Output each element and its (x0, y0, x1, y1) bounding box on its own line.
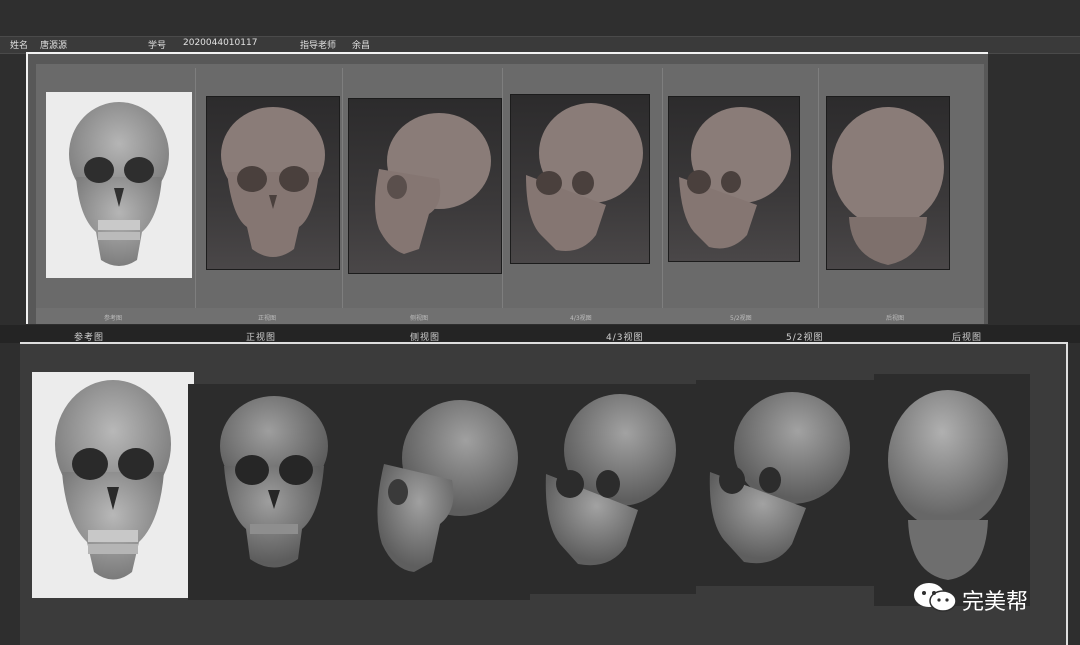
id-value: 2020044010117 (183, 38, 258, 48)
skull-front-icon (55, 380, 171, 580)
teacher-value: 余昌 (352, 41, 371, 51)
column-divider (818, 68, 819, 320)
wechat-icon (914, 583, 957, 612)
five-half-render-bottom (696, 380, 874, 586)
skull-three-quarter-icon (679, 107, 791, 249)
three-quarter-render-bottom (530, 384, 696, 594)
column-divider (195, 68, 196, 320)
name-label: 姓名 (10, 41, 29, 51)
skull-front-icon (220, 396, 328, 568)
watermark: 完美帮 (912, 582, 1052, 615)
skull-three-quarter-icon (545, 394, 676, 566)
reference-photo-bottom (32, 372, 194, 598)
teacher-label: 指导老师 (300, 41, 337, 51)
skull-side-icon (375, 113, 491, 254)
reference-photo-top (46, 92, 192, 278)
skull-side-icon (377, 400, 518, 572)
side-view-render-bottom (354, 384, 530, 600)
id-label: 学号 (148, 41, 167, 51)
caption-reference-top: 参考图 (104, 315, 123, 322)
skull-back-icon (888, 390, 1008, 580)
watermark-text: 完美帮 (962, 590, 1029, 615)
caption-front-top: 正视图 (258, 315, 277, 322)
three-quarter-render-top (510, 94, 650, 264)
view-labels-row: 参考图 正视图 侧视图 4/3视图 5/2视图 后视图 (0, 325, 1080, 343)
caption-back-top: 后视图 (886, 315, 905, 322)
side-view-render-top (348, 98, 502, 274)
name-value: 唐源源 (40, 41, 68, 51)
skull-back-icon (832, 107, 944, 265)
front-view-render-top (206, 96, 340, 270)
caption-three-quarter-top: 4/3视图 (570, 315, 592, 322)
column-divider (342, 68, 343, 320)
back-view-render-bottom (874, 374, 1030, 606)
skull-front-icon (221, 107, 325, 257)
back-view-render-top (826, 96, 950, 270)
caption-five-half-top: 5/2视图 (730, 315, 752, 322)
five-half-render-top (668, 96, 800, 262)
skull-front-icon (69, 102, 169, 266)
column-divider (662, 68, 663, 320)
skull-three-quarter-icon (526, 103, 643, 251)
skull-three-quarter-icon (709, 392, 850, 564)
top-caption-strip (36, 308, 984, 324)
column-divider (502, 68, 503, 320)
front-view-render-bottom (188, 384, 354, 600)
caption-side-top: 侧视图 (410, 315, 429, 322)
